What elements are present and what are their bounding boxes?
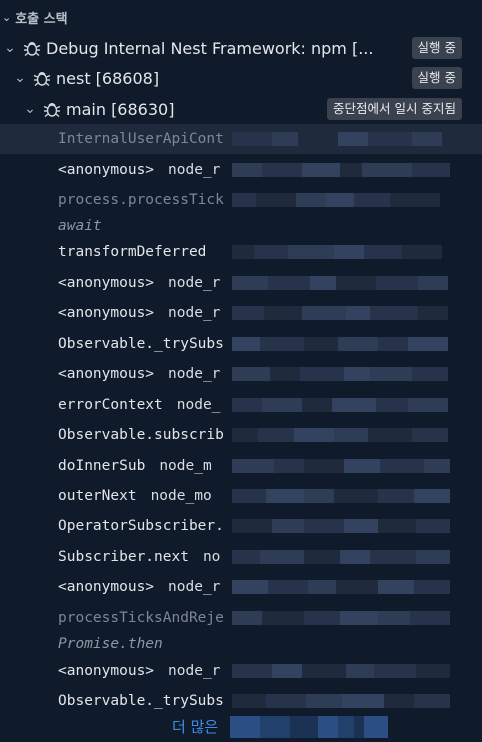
redacted-path: [232, 420, 448, 450]
call-stack-panel: ⌄ 호출 스택 ⌄ Debug Internal Nest Framework:…: [0, 0, 482, 742]
bug-icon: [33, 72, 51, 87]
load-more-link[interactable]: 더 많은: [172, 716, 218, 737]
redacted-path: [232, 542, 450, 572]
section-title: 호출 스택: [15, 11, 68, 27]
redacted-path: [232, 511, 450, 541]
session-row-nest[interactable]: ⌄ nest [68608] 실행 중: [0, 63, 482, 93]
frame-function: <anonymous>: [58, 366, 155, 382]
frame-source: node_r: [168, 579, 221, 595]
session-label: main [68630]: [66, 99, 175, 119]
frame-function: <anonymous>: [58, 275, 155, 291]
chevron-down-icon[interactable]: ⌄: [2, 40, 18, 56]
frame-function: Observable._trySubs: [58, 336, 224, 352]
redacted-path: [232, 572, 450, 602]
frame-function: processTicksAndReje: [58, 610, 224, 626]
redacted-path: [232, 390, 448, 420]
frame-source: node_m: [159, 458, 212, 474]
frame-function: <anonymous>: [58, 162, 155, 178]
frame-source: node_r: [168, 305, 221, 321]
frame-function: Observable._trySubs: [58, 693, 224, 709]
frame-source: node_r: [168, 275, 221, 291]
frame-source: node_r: [168, 366, 221, 382]
redacted-path: [232, 155, 450, 185]
redacted-path: [232, 451, 450, 481]
session-label: nest [68608]: [56, 68, 160, 88]
frame-function: transformDeferred: [58, 244, 207, 260]
redacted-path: [232, 185, 440, 215]
async-separator: Promise.then: [58, 636, 163, 652]
session-row-main[interactable]: ⌄ main [68630] 중단점에서 일시 중지됨: [0, 94, 482, 124]
frame-source: node_r: [168, 663, 221, 679]
frame-source: node_r: [168, 162, 221, 178]
bug-icon: [23, 42, 41, 57]
async-separator: await: [58, 218, 102, 234]
status-badge: 실행 중: [411, 67, 462, 89]
frame-function: doInnerSub: [58, 458, 146, 474]
status-badge: 실행 중: [411, 37, 462, 59]
frame-source: node_: [176, 397, 221, 413]
redacted-path: [232, 124, 462, 154]
redacted-path: [232, 686, 450, 716]
frame-function: InternalUserApiCont: [58, 131, 224, 147]
frame-function: <anonymous>: [58, 305, 155, 321]
redacted-path: [232, 268, 448, 298]
redacted-path: [232, 359, 448, 389]
frame-source: node_mo: [150, 488, 212, 504]
redacted-path: [232, 329, 448, 359]
redacted-path: [232, 603, 450, 633]
session-row-framework[interactable]: ⌄ Debug Internal Nest Framework: npm [..…: [0, 33, 482, 63]
session-label: Debug Internal Nest Framework: npm [...: [46, 38, 374, 58]
redacted-path: [232, 298, 448, 328]
frame-function: OperatorSubscriber.: [58, 518, 224, 534]
redacted-more-text: [230, 716, 388, 738]
redacted-path: [232, 237, 442, 267]
frame-function: <anonymous>: [58, 579, 155, 595]
frame-source: no: [202, 549, 221, 565]
call-stack-header[interactable]: ⌄ 호출 스택: [0, 4, 482, 30]
chevron-down-icon[interactable]: ⌄: [22, 101, 38, 117]
redacted-path: [232, 481, 450, 511]
status-badge: 중단점에서 일시 중지됨: [327, 98, 462, 120]
chevron-down-icon[interactable]: ⌄: [12, 70, 28, 86]
frame-function: process.processTick: [58, 192, 224, 208]
paused-bug-icon: [43, 103, 61, 118]
frame-function: Observable.subscrib: [58, 427, 224, 443]
redacted-path: [232, 656, 450, 686]
frame-function: outerNext: [58, 488, 137, 504]
frame-function: errorContext: [58, 397, 163, 413]
frame-function: Subscriber.next: [58, 549, 189, 565]
chevron-down-icon: ⌄: [2, 10, 12, 24]
frame-function: <anonymous>: [58, 663, 155, 679]
